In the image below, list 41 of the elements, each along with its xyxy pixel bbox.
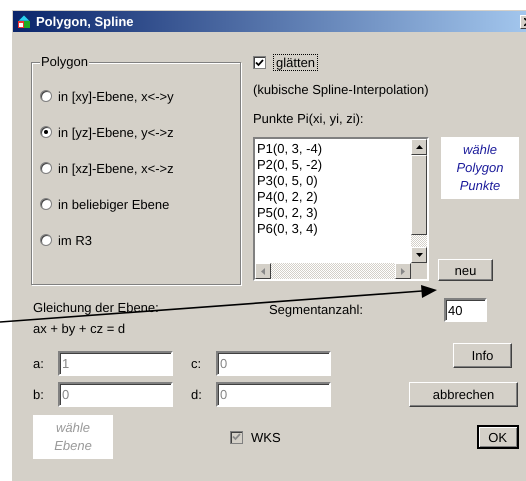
radio-label[interactable]: in [yz]-Ebene, y<->z	[58, 124, 174, 140]
polygon-hint-box: wähle Polygon Punkte	[441, 137, 519, 199]
scrollbar-corner	[411, 263, 427, 279]
list-item[interactable]: P5(0, 2, 3)	[257, 205, 411, 221]
radio-button[interactable]	[40, 234, 52, 246]
coefficient-label: c:	[191, 356, 202, 371]
list-item[interactable]: P4(0, 2, 2)	[257, 189, 411, 205]
ok-button[interactable]: OK	[476, 425, 519, 449]
checkbox[interactable]	[253, 56, 266, 69]
new-button[interactable]: neu	[438, 259, 493, 281]
checkbox-label[interactable]: glätten	[274, 55, 318, 70]
segments-label: Segmentanzahl:	[269, 302, 364, 319]
radio-label[interactable]: im R3	[58, 232, 92, 248]
house-icon	[16, 14, 32, 30]
radio-button[interactable]	[40, 162, 52, 174]
radio-label[interactable]: in [xy]-Ebene, x<->y	[58, 88, 174, 104]
radio-label[interactable]: in [xz]-Ebene, x<->z	[58, 160, 174, 176]
cancel-button[interactable]: abbrechen	[409, 382, 518, 407]
vertical-scrollbar[interactable]	[411, 139, 427, 263]
coefficient-label: b:	[33, 387, 45, 402]
list-item[interactable]: P2(0, 5, -2)	[257, 157, 411, 173]
segments-field[interactable]: 40	[444, 298, 487, 322]
group-label: Polygon	[40, 54, 89, 69]
info-button[interactable]: Info	[453, 343, 512, 368]
list-item[interactable]: P1(0, 3, -4)	[257, 141, 411, 157]
window-title: Polygon, Spline	[36, 14, 134, 29]
coefficient-label: a:	[33, 356, 45, 371]
coefficient-label: d:	[191, 387, 203, 402]
equation-formula: ax + by + cz = d	[33, 320, 126, 338]
radio-button[interactable]	[40, 126, 52, 138]
radio-button[interactable]	[40, 198, 52, 210]
down-arrow-icon[interactable]	[416, 253, 422, 257]
radio-label[interactable]: in beliebiger Ebene	[58, 196, 170, 212]
list-item[interactable]: P6(0, 3, 4)	[257, 221, 411, 237]
points-label: Punkte Pi(xi, yi, zi):	[253, 111, 365, 126]
up-arrow-icon[interactable]	[416, 145, 422, 149]
radio-button[interactable]	[40, 90, 52, 102]
list-item[interactable]: P3(0, 5, 0)	[257, 173, 411, 189]
points-list[interactable]: P1(0, 3, -4) P2(0, 5, -2) P3(0, 5, 0) P4(0, 2, 2) P5(0, 2, 3) P6(0, 3, 4)	[253, 137, 429, 281]
spline-note: (kubische Spline-Interpolation)	[253, 82, 430, 97]
plane-hint-box: wähle Ebene	[33, 415, 113, 459]
